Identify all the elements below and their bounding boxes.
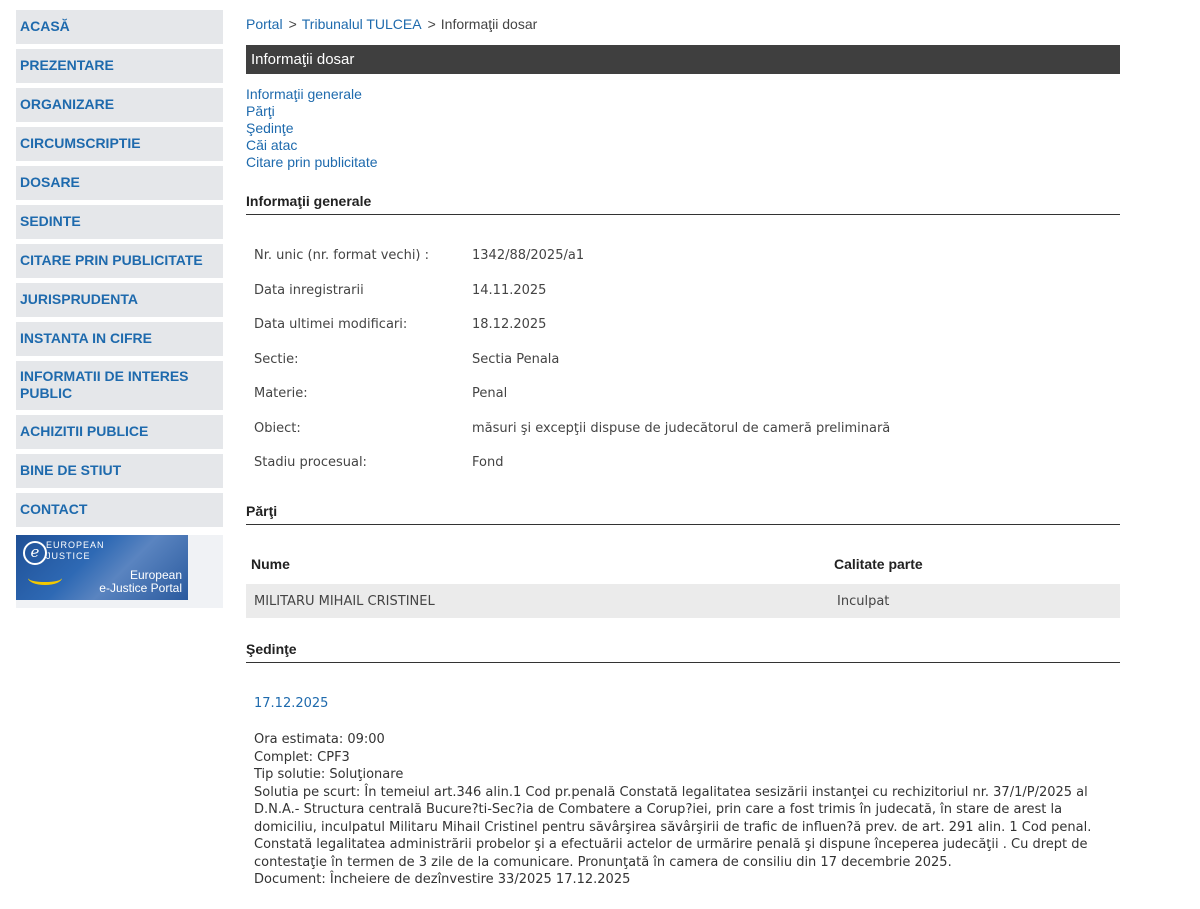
parti-table-header: Nume Calitate parte xyxy=(246,548,1120,582)
hearing-time: Ora estimata: 09:00 xyxy=(254,732,385,747)
breadcrumb: Portal > Tribunalul TULCEA > Informaţii dosa… xyxy=(246,16,537,32)
info-value: 14.11.2025 xyxy=(472,282,547,298)
column-header-nume: Nume xyxy=(251,556,290,572)
sidebar-item-prezentare[interactable]: PREZENTARE xyxy=(16,49,223,83)
sidebar-item-informatii-interes-public[interactable]: INFORMATII DE INTERES PUBLIC xyxy=(16,361,223,410)
table-row: MILITARU MIHAIL CRISTINEL Inculpat xyxy=(246,584,1120,618)
info-value: 1342/88/2025/a1 xyxy=(472,248,585,263)
section-anchor-links: Informaţii generale Părţi Şedinţe Căi at… xyxy=(246,86,378,171)
party-name: MILITARU MIHAIL CRISTINEL xyxy=(254,594,435,609)
hearing-document: Document: Încheiere de dezînvestire 33/2… xyxy=(254,872,631,887)
info-label: Sectie: xyxy=(254,351,299,367)
info-label: Nr. unic (nr. format vechi) : xyxy=(254,248,430,263)
breadcrumb-court-link[interactable]: Tribunalul TULCEA xyxy=(302,16,422,32)
breadcrumb-portal-link[interactable]: Portal xyxy=(246,16,283,32)
sidebar-item-sedinte[interactable]: SEDINTE xyxy=(16,205,223,239)
sidebar-item-circumscriptie[interactable]: CIRCUMSCRIPTIE xyxy=(16,127,223,161)
anchor-informatii-generale[interactable]: Informaţii generale xyxy=(246,86,378,103)
info-label: Data inregistrarii xyxy=(254,282,364,298)
sidebar-item-instanta-in-cifre[interactable]: INSTANTA IN CIFRE xyxy=(16,322,223,356)
ejustice-arc-icon xyxy=(28,571,62,585)
hearing-solution-type: Tip solutie: Soluţionare xyxy=(254,767,404,782)
ejustice-text-european: EUROPEAN xyxy=(46,540,105,550)
breadcrumb-separator: > xyxy=(288,16,297,32)
section-heading-parti: Părţi xyxy=(246,503,1120,525)
sidebar-item-jurisprudenta[interactable]: JURISPRUDENTA xyxy=(16,283,223,317)
info-label: Materie: xyxy=(254,386,308,401)
page-title: Informaţii dosar xyxy=(246,45,1120,74)
info-value: Penal xyxy=(472,386,508,401)
sidebar-item-contact[interactable]: CONTACT xyxy=(16,493,223,527)
info-value: măsuri şi excepţii dispuse de judecătoru… xyxy=(472,420,891,436)
hearing-solution-summary: Solutia pe scurt: În temeiul art.346 ali… xyxy=(254,784,1092,870)
sidebar-item-bine-de-stiut[interactable]: BINE DE STIUT xyxy=(16,454,223,488)
info-label: Obiect: xyxy=(254,420,301,436)
sidebar-item-organizare[interactable]: ORGANIZARE xyxy=(16,88,223,122)
sidebar-item-dosare[interactable]: DOSARE xyxy=(16,166,223,200)
anchor-sedinte[interactable]: Şedinţe xyxy=(246,120,378,137)
sidebar-item-achizitii-publice[interactable]: ACHIZITII PUBLICE xyxy=(16,415,223,449)
anchor-citare-publicitate[interactable]: Citare prin publicitate xyxy=(246,154,378,171)
hearing-details: Ora estimata: 09:00 Complet: CPF3 Tip so… xyxy=(254,731,1114,889)
section-heading-informatii-generale: Informaţii generale xyxy=(246,193,1120,215)
column-header-calitate: Calitate parte xyxy=(834,556,923,572)
sidebar-item-citare[interactable]: CITARE PRIN PUBLICITATE xyxy=(16,244,223,278)
anchor-parti[interactable]: Părţi xyxy=(246,103,378,120)
breadcrumb-separator: > xyxy=(427,16,436,32)
ejustice-e-icon: e xyxy=(23,541,47,565)
info-value: Fond xyxy=(472,455,504,470)
ejustice-logo[interactable]: e EUROPEAN JUSTICE European e-Justice Po… xyxy=(16,535,188,600)
party-role: Inculpat xyxy=(837,594,890,609)
sidebar-nav: ACASĂ PREZENTARE ORGANIZARE CIRCUMSCRIPT… xyxy=(16,10,223,532)
breadcrumb-current: Informaţii dosar xyxy=(440,16,538,32)
anchor-cai-atac[interactable]: Căi atac xyxy=(246,137,378,154)
info-label: Data ultimei modificari: xyxy=(254,317,408,332)
info-value: 18.12.2025 xyxy=(472,317,547,332)
ejustice-text-european-2: European xyxy=(129,568,182,582)
ejustice-text-portal: e-Justice Portal xyxy=(99,581,182,595)
section-heading-sedinte: Şedinţe xyxy=(246,641,1120,663)
info-value: Sectia Penala xyxy=(472,351,560,367)
hearing-date: 17.12.2025 xyxy=(254,696,329,711)
hearing-panel: Complet: CPF3 xyxy=(254,749,350,765)
ejustice-text-justice: JUSTICE xyxy=(46,551,91,561)
sidebar-item-acasa[interactable]: ACASĂ xyxy=(16,10,223,44)
ejustice-portal-banner[interactable]: e EUROPEAN JUSTICE European e-Justice Po… xyxy=(16,535,223,608)
info-label: Stadiu procesual: xyxy=(254,455,367,470)
